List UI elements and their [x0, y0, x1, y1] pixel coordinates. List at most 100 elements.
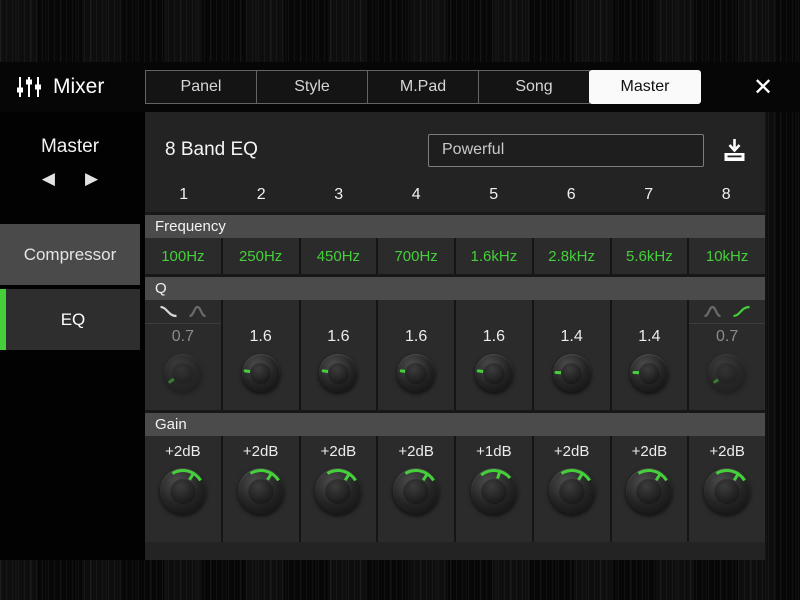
q-row: 0.7 1.6 1.6 1.6 1.6 1.4 1.4 0.7 [145, 300, 765, 410]
header-bar: Mixer Panel Style M.Pad Song Master ✕ [0, 62, 800, 112]
gain-knob-band6[interactable] [544, 464, 599, 518]
gain-cell-band2: +2dB [222, 436, 299, 542]
knob-cap [249, 362, 272, 384]
high-shelf-icon [733, 305, 750, 318]
tab-panel[interactable]: Panel [145, 70, 257, 104]
app-title-group: Mixer [0, 75, 145, 99]
next-arrow-button[interactable]: ▶ [85, 170, 98, 187]
gain-knob-band2[interactable] [233, 464, 288, 518]
sidebar-item-compressor[interactable]: Compressor [0, 224, 140, 285]
band-number: 1 [179, 186, 189, 203]
knob-cap [636, 478, 663, 504]
tab-bar: Panel Style M.Pad Song Master [145, 70, 701, 104]
save-preset-button[interactable] [722, 138, 747, 163]
knob-cap [403, 478, 430, 504]
icons-spacer [301, 300, 377, 324]
icons-spacer [223, 300, 299, 324]
frequency-value-band4[interactable]: 700Hz [378, 238, 454, 274]
gain-knob-band4[interactable] [389, 464, 443, 518]
band1-filter-type-selector[interactable] [145, 300, 221, 324]
q-cell-band6: 1.4 [533, 300, 610, 410]
q-cell-band5: 1.6 [456, 300, 532, 410]
knob-cap [480, 478, 507, 504]
tab-master[interactable]: Master [589, 70, 701, 104]
sidebar: Master ◀ ▶ Compressor EQ [0, 112, 145, 560]
gain-knob-band7[interactable] [622, 464, 677, 518]
q-value-band8: 0.7 [716, 328, 739, 345]
frequency-value-band3[interactable]: 450Hz [300, 238, 377, 274]
frequency-value-row: 100Hz 250Hz 450Hz 700Hz 1.6kHz 2.8kHz 5.… [145, 238, 765, 274]
q-knob-band5[interactable] [474, 354, 513, 392]
frequency-value-band7[interactable]: 5.6kHz [611, 238, 688, 274]
knob-cap [169, 478, 196, 504]
q-cell-band3: 1.6 [300, 300, 377, 410]
q-value-band3: 1.6 [327, 328, 350, 345]
prev-arrow-button[interactable]: ◀ [42, 170, 55, 187]
gain-section-header: Gain [145, 410, 765, 436]
knob-cap [405, 362, 427, 384]
gain-value-band2: +2dB [242, 442, 279, 460]
frequency-value-band5[interactable]: 1.6kHz [456, 238, 532, 274]
gain-cell-band8: +2dB [689, 436, 765, 542]
knob-cap [327, 362, 350, 384]
sidebar-item-eq[interactable]: EQ [0, 289, 140, 350]
knob-cap [172, 362, 194, 384]
band-number: 2 [256, 186, 266, 203]
panel-title: 8 Band EQ [165, 139, 258, 160]
frequency-value-band6[interactable]: 2.8kHz [533, 238, 610, 274]
frequency-value-band1[interactable]: 100Hz [145, 238, 221, 274]
q-knob-band6[interactable] [552, 354, 591, 392]
knob-cap [247, 478, 274, 504]
gain-cell-band5: +1dB [456, 436, 532, 542]
gain-value-band6: +2dB [553, 442, 590, 460]
eq-panel: 8 Band EQ Powerful 1 2 3 4 5 6 7 8 Frequ… [145, 112, 765, 560]
app-title: Mixer [53, 75, 105, 98]
preset-selector[interactable]: Powerful [428, 133, 704, 167]
knob-cap [325, 478, 352, 504]
knob-cap [560, 362, 583, 384]
knob-cap [558, 478, 585, 504]
knob-cap [483, 362, 505, 384]
q-value-band5: 1.6 [482, 328, 505, 345]
band-number-row: 1 2 3 4 5 6 7 8 [145, 178, 765, 212]
q-knob-band3[interactable] [319, 354, 358, 392]
icons-spacer [612, 300, 688, 324]
preset-name: Powerful [442, 141, 505, 158]
close-button[interactable]: ✕ [746, 70, 780, 104]
gain-knob-band3[interactable] [311, 464, 366, 518]
gain-row: +2dB +2dB +2dB +2dB +1dB +2dB +2dB +2dB [145, 436, 765, 542]
q-cell-band8: 0.7 [689, 300, 765, 410]
sidebar-nav-arrows: ◀ ▶ [0, 170, 140, 187]
tab-style[interactable]: Style [256, 70, 368, 104]
q-knob-band7[interactable] [630, 354, 669, 392]
band8-filter-type-selector[interactable] [689, 300, 765, 324]
q-value-band1: 0.7 [171, 328, 194, 345]
gain-value-band3: +2dB [320, 442, 357, 460]
gain-cell-band4: +2dB [378, 436, 454, 542]
content-area: Master ◀ ▶ Compressor EQ 8 Band EQ Power… [0, 112, 765, 560]
gain-knob-band8[interactable] [700, 464, 754, 518]
gain-knob-band5[interactable] [469, 466, 519, 516]
mixer-icon [17, 77, 41, 97]
q-section-header: Q [145, 274, 765, 300]
frequency-value-band2[interactable]: 250Hz [222, 238, 299, 274]
q-knob-band8 [708, 354, 747, 392]
sidebar-section-label: Master [40, 136, 100, 157]
gain-cell-band7: +2dB [611, 436, 688, 542]
low-shelf-icon [160, 305, 177, 318]
frequency-value-band8[interactable]: 10kHz [689, 238, 765, 274]
band-number: 4 [411, 186, 421, 203]
knob-cap [638, 362, 661, 384]
q-knob-band2[interactable] [241, 354, 280, 392]
frequency-section-header: Frequency [145, 212, 765, 238]
knob-cap [716, 362, 738, 384]
gain-cell-band1: +2dB [145, 436, 221, 542]
gain-value-band8: +2dB [709, 442, 745, 460]
tab-song[interactable]: Song [478, 70, 590, 104]
icons-spacer [378, 300, 454, 324]
q-value-band6: 1.4 [560, 328, 583, 345]
tab-mpad[interactable]: M.Pad [367, 70, 479, 104]
gain-knob-band1[interactable] [156, 464, 210, 518]
band-number: 5 [489, 186, 499, 203]
q-knob-band4[interactable] [397, 354, 436, 392]
